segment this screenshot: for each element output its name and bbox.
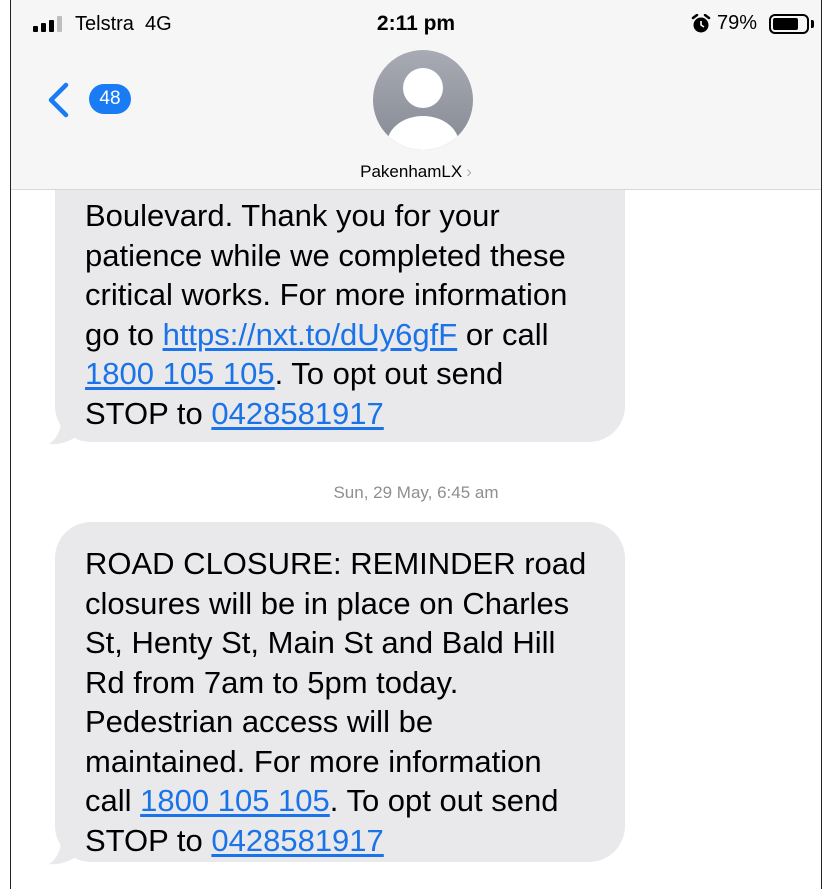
- message-text: or call: [457, 316, 549, 352]
- status-bar: Telstra 4G 2:11 pm 79%: [11, 0, 821, 50]
- message-line: Pedestrian access will be: [85, 702, 595, 742]
- message-line: critical works. For more information: [85, 275, 595, 315]
- message-text: . To opt out send: [329, 783, 559, 818]
- phone-number-link[interactable]: 0428581917: [211, 396, 383, 431]
- message-line: call 1800 105 105. To opt out send: [85, 781, 595, 821]
- message-line: maintained. For more information: [85, 742, 595, 782]
- message-text: Pedestrian access will be: [85, 704, 434, 739]
- messages-screen: Boulevard. Thank you for your patience wh…: [10, 0, 822, 889]
- contact-name-button[interactable]: PakenhamLX ›: [11, 162, 821, 182]
- message-line: ROAD CLOSURE: REMINDER road: [85, 544, 595, 584]
- message-text: STOP to: [85, 822, 212, 858]
- message-text: call: [85, 783, 141, 818]
- back-button[interactable]: 48: [47, 80, 137, 120]
- message-bubble-2[interactable]: ROAD CLOSURE: REMINDER road closures will…: [55, 522, 625, 862]
- message-text: STOP to: [85, 395, 212, 431]
- url-link[interactable]: https://nxt.to/dUy6gfF: [163, 317, 458, 352]
- battery-icon: [769, 14, 809, 34]
- message-text: . To opt out send: [274, 356, 504, 391]
- message-text: ROAD CLOSURE: REMINDER road: [85, 546, 587, 581]
- message-line: closures will be in place on Charles: [85, 584, 595, 624]
- bubble-tail-1: [49, 420, 77, 445]
- message-bubble-1[interactable]: Boulevard. Thank you for your patience wh…: [55, 150, 625, 442]
- bubble-tail-2: [49, 840, 77, 865]
- phone-number-link[interactable]: 1800 105 105: [140, 783, 330, 818]
- unread-count-badge: 48: [89, 84, 131, 114]
- chevron-left-icon: [48, 82, 69, 118]
- message-text: critical works. For more information: [85, 277, 568, 312]
- message-text: Rd from 7am to 5pm today.: [85, 664, 459, 700]
- phone-number-link[interactable]: 0428581917: [211, 823, 383, 858]
- battery-cap: [811, 20, 814, 28]
- message-text: closures will be in place on Charles: [85, 585, 570, 621]
- message-line: go to https://nxt.to/dUy6gfF or call: [85, 315, 595, 355]
- message-line: St, Henty St, Main St and Bald Hill: [85, 623, 595, 663]
- conversation-header: Telstra 4G 2:11 pm 79% 48 PakenhamLX ›: [11, 0, 821, 190]
- message-line: STOP to 0428581917: [85, 394, 595, 434]
- message-text: Boulevard. Thank you for your: [85, 198, 500, 233]
- message-text: maintained. For more information: [85, 743, 542, 779]
- message-line: Boulevard. Thank you for your: [85, 196, 595, 236]
- phone-number-link[interactable]: 1800 105 105: [85, 356, 275, 391]
- person-avatar-icon[interactable]: [373, 50, 473, 150]
- message-text: patience while we completed these: [85, 237, 566, 273]
- message-line: STOP to 0428581917: [85, 821, 595, 861]
- alarm-clock-icon: [691, 14, 711, 33]
- battery-percentage: 79%: [717, 12, 758, 34]
- message-timestamp: Sun, 29 May, 6:45 am: [333, 483, 499, 502]
- message-text: St, Henty St, Main St and Bald Hill: [85, 625, 556, 660]
- message-text: go to: [85, 316, 163, 352]
- message-line: 1800 105 105. To opt out send: [85, 354, 595, 394]
- contact-name: PakenhamLX: [360, 162, 463, 181]
- message-line: patience while we completed these: [85, 236, 595, 276]
- message-line: Rd from 7am to 5pm today.: [85, 663, 595, 703]
- chevron-right-icon: ›: [466, 162, 472, 181]
